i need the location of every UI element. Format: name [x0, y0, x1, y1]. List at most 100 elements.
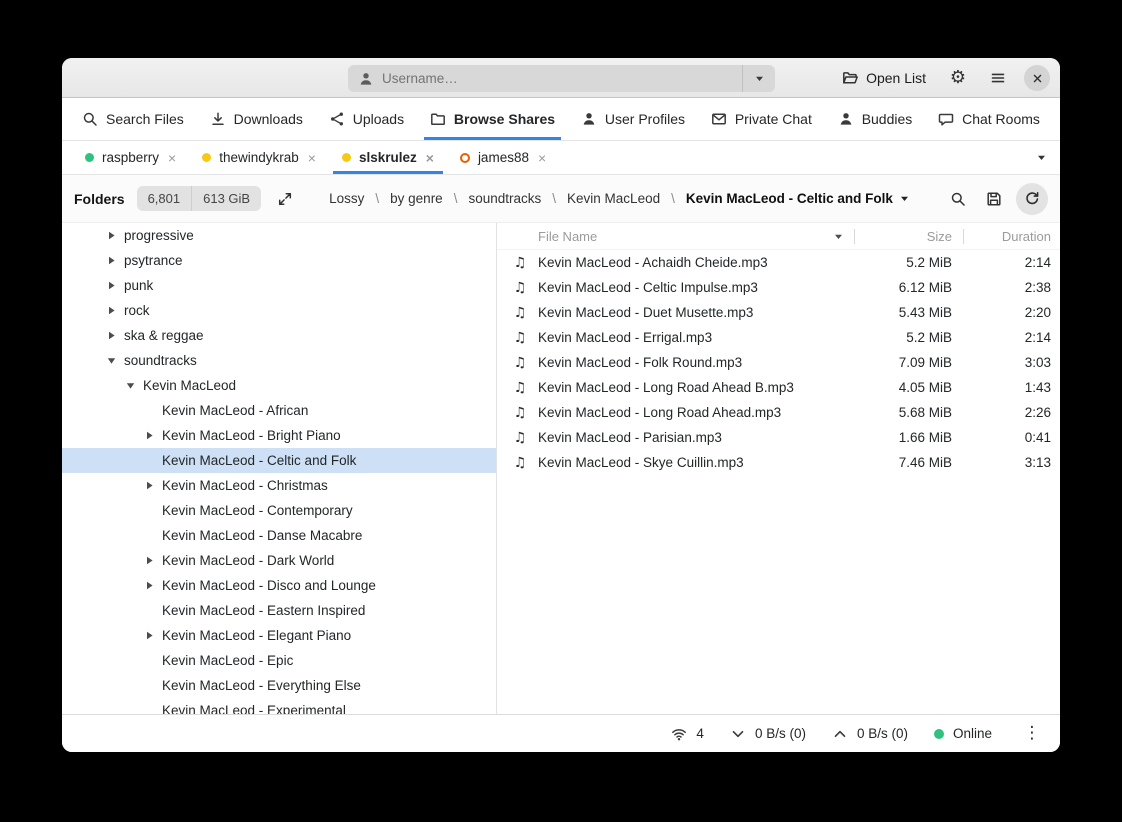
- folder-count-badge: 6,801: [137, 186, 192, 211]
- music-note-icon: ♫: [509, 255, 531, 271]
- open-list-button[interactable]: Open List: [836, 66, 932, 90]
- sort-caret-icon[interactable]: [833, 231, 844, 242]
- file-name-cell: ♫Kevin MacLeod - Achaidh Cheide.mp3: [497, 255, 854, 271]
- tree-row[interactable]: Kevin MacLeod - Epic: [62, 648, 496, 673]
- expander-closed-icon[interactable]: [98, 255, 124, 266]
- tree-row[interactable]: Kevin MacLeod - Dark World: [62, 548, 496, 573]
- file-row[interactable]: ♫Kevin MacLeod - Errigal.mp35.2 MiB2:14: [497, 325, 1060, 350]
- download-rate-indicator[interactable]: 0 B/s (0): [730, 726, 806, 742]
- tree-row[interactable]: Kevin MacLeod - Celtic and Folk: [62, 448, 496, 473]
- tree-row[interactable]: progressive: [62, 223, 496, 248]
- expander-closed-icon[interactable]: [136, 480, 162, 491]
- user-tab-james88[interactable]: james88×: [447, 141, 559, 174]
- tab-private-chat[interactable]: Private Chat: [701, 98, 822, 140]
- tree-row[interactable]: Kevin MacLeod - African: [62, 398, 496, 423]
- tab-user-profiles[interactable]: User Profiles: [571, 98, 695, 140]
- expander-closed-icon[interactable]: [136, 555, 162, 566]
- breadcrumb-item[interactable]: Kevin MacLeod: [567, 191, 660, 206]
- tree-row[interactable]: Kevin MacLeod - Elegant Piano: [62, 623, 496, 648]
- column-header-duration[interactable]: Duration: [964, 229, 1051, 244]
- username-input[interactable]: Username…: [348, 65, 742, 92]
- column-header-size[interactable]: Size: [855, 229, 963, 244]
- file-row[interactable]: ♫Kevin MacLeod - Achaidh Cheide.mp35.2 M…: [497, 250, 1060, 275]
- tree-row[interactable]: Kevin MacLeod - Disco and Lounge: [62, 573, 496, 598]
- tree-row[interactable]: psytrance: [62, 248, 496, 273]
- tree-row[interactable]: Kevin MacLeod - Everything Else: [62, 673, 496, 698]
- user-tab-slskrulez[interactable]: slskrulez×: [329, 141, 447, 174]
- file-row[interactable]: ♫Kevin MacLeod - Long Road Ahead B.mp34.…: [497, 375, 1060, 400]
- close-tab-icon[interactable]: ×: [538, 151, 546, 165]
- column-header-file-name[interactable]: File Name: [497, 229, 854, 244]
- upload-rate-indicator[interactable]: 0 B/s (0): [832, 726, 908, 742]
- breadcrumb-separator: \: [454, 191, 458, 206]
- tab-chat-rooms[interactable]: Chat Rooms: [928, 98, 1050, 140]
- tree-label: Kevin MacLeod - Elegant Piano: [162, 628, 351, 643]
- tab-buddies[interactable]: Buddies: [828, 98, 923, 140]
- close-tab-icon[interactable]: ×: [168, 151, 176, 165]
- expander-closed-icon[interactable]: [136, 430, 162, 441]
- download-icon: [210, 111, 226, 127]
- user-tab-raspberry[interactable]: raspberry×: [72, 141, 189, 174]
- window-close-button[interactable]: [1024, 65, 1050, 91]
- tab-label: Search Files: [106, 111, 184, 127]
- close-tab-icon[interactable]: ×: [426, 151, 434, 165]
- expander-closed-icon[interactable]: [136, 630, 162, 641]
- tab-uploads[interactable]: Uploads: [319, 98, 414, 140]
- file-row[interactable]: ♫Kevin MacLeod - Long Road Ahead.mp35.68…: [497, 400, 1060, 425]
- expander-closed-icon[interactable]: [98, 330, 124, 341]
- breadcrumb-item[interactable]: by genre: [390, 191, 443, 206]
- tree-row[interactable]: ska & reggae: [62, 323, 496, 348]
- tree-row[interactable]: Kevin MacLeod - Experimental: [62, 698, 496, 714]
- file-name: Kevin MacLeod - Duet Musette.mp3: [538, 305, 753, 320]
- tab-search-files[interactable]: Search Files: [72, 98, 194, 140]
- breadcrumb-item[interactable]: soundtracks: [468, 191, 541, 206]
- tree-row[interactable]: Kevin MacLeod: [62, 373, 496, 398]
- tab-browse-shares[interactable]: Browse Shares: [420, 98, 565, 140]
- file-size: 5.68 MiB: [854, 405, 963, 420]
- file-duration: 3:13: [963, 455, 1051, 470]
- tree-row[interactable]: Kevin MacLeod - Bright Piano: [62, 423, 496, 448]
- user-tab-thewindykrab[interactable]: thewindykrab×: [189, 141, 329, 174]
- search-folder-button[interactable]: [944, 185, 972, 213]
- expander-open-icon[interactable]: [117, 380, 143, 391]
- file-row[interactable]: ♫Kevin MacLeod - Parisian.mp31.66 MiB0:4…: [497, 425, 1060, 450]
- tree-row[interactable]: Kevin MacLeod - Danse Macabre: [62, 523, 496, 548]
- preferences-button[interactable]: ⚙: [944, 64, 972, 92]
- expander-open-icon[interactable]: [98, 355, 124, 366]
- breadcrumb-item[interactable]: Kevin MacLeod - Celtic and Folk: [686, 191, 910, 206]
- expand-pane-button[interactable]: [271, 185, 299, 213]
- breadcrumb-item[interactable]: Lossy: [329, 191, 364, 206]
- user-tabs-list: raspberry×thewindykrab×slskrulez×james88…: [72, 141, 559, 174]
- file-row[interactable]: ♫Kevin MacLeod - Duet Musette.mp35.43 Mi…: [497, 300, 1060, 325]
- file-row[interactable]: ♫Kevin MacLeod - Folk Round.mp37.09 MiB3…: [497, 350, 1060, 375]
- connections-indicator[interactable]: 4: [671, 726, 704, 742]
- tree-row[interactable]: punk: [62, 273, 496, 298]
- person-icon: [581, 111, 597, 127]
- tree-row[interactable]: rock: [62, 298, 496, 323]
- expander-closed-icon[interactable]: [98, 230, 124, 241]
- expander-closed-icon[interactable]: [136, 580, 162, 591]
- headerbar: Username… Open List ⚙: [62, 58, 1060, 98]
- tree-row[interactable]: soundtracks: [62, 348, 496, 373]
- status-menu-button[interactable]: ⋮: [1018, 720, 1046, 748]
- expander-closed-icon[interactable]: [98, 280, 124, 291]
- tree-row[interactable]: Kevin MacLeod - Contemporary: [62, 498, 496, 523]
- tree-row[interactable]: Kevin MacLeod - Eastern Inspired: [62, 598, 496, 623]
- expander-closed-icon[interactable]: [98, 305, 124, 316]
- file-duration: 3:03: [963, 355, 1051, 370]
- username-dropdown-button[interactable]: [742, 65, 775, 92]
- file-row[interactable]: ♫Kevin MacLeod - Skye Cuillin.mp37.46 Mi…: [497, 450, 1060, 475]
- tab-label: Private Chat: [735, 111, 812, 127]
- file-row[interactable]: ♫Kevin MacLeod - Celtic Impulse.mp36.12 …: [497, 275, 1060, 300]
- main-window: Username… Open List ⚙ Search Files Downlo…: [62, 58, 1060, 752]
- save-list-button[interactable]: [980, 185, 1008, 213]
- close-tab-icon[interactable]: ×: [308, 151, 316, 165]
- connection-status[interactable]: Online: [934, 726, 992, 741]
- tree-row[interactable]: Kevin MacLeod - Christmas: [62, 473, 496, 498]
- avatar-icon: [358, 71, 374, 87]
- refresh-button[interactable]: [1016, 183, 1048, 215]
- tree-label: Kevin MacLeod - Dark World: [162, 553, 334, 568]
- tab-downloads[interactable]: Downloads: [200, 98, 313, 140]
- tabs-overflow-button[interactable]: [1022, 141, 1060, 174]
- main-menu-button[interactable]: [984, 64, 1012, 92]
